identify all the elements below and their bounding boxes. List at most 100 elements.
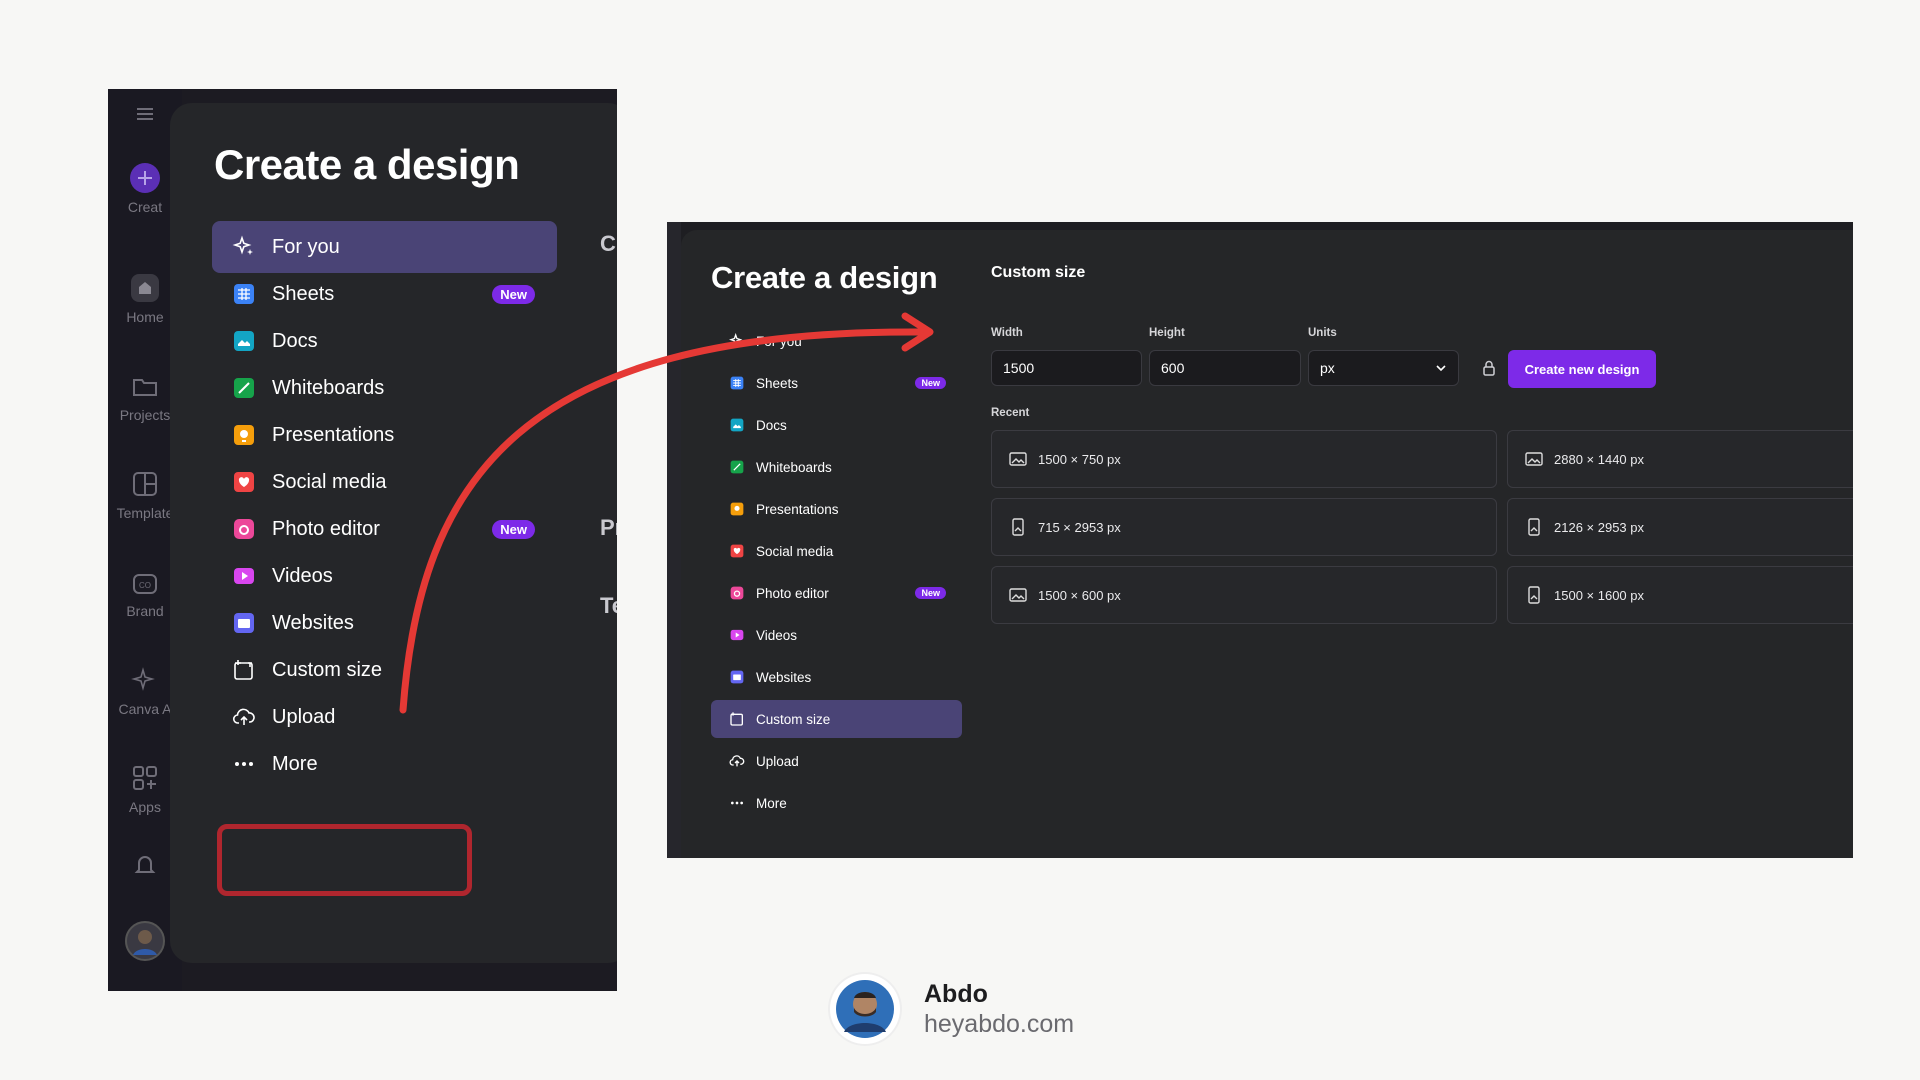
menu-item-label: Whiteboards [272,376,385,399]
menu-item-label: For you [756,333,802,349]
custom-size-icon [232,658,256,682]
camera-icon [232,517,256,541]
menu-item-label: More [272,752,318,775]
panel-title: Create a design [214,141,520,188]
menu-item-custom-size[interactable]: Custom size [212,644,557,696]
menu-item-custom-size[interactable]: Custom size [711,700,962,738]
menu-item-videos[interactable]: Videos [212,550,557,602]
rail-label: Home [126,309,164,325]
custom-size-highlight [217,824,472,896]
menu-item-label: For you [272,235,340,258]
upload-icon [232,705,256,729]
edge-text: Pr [600,515,617,540]
menu-item-upload[interactable]: Upload [711,742,962,780]
sparkle-icon [729,333,745,349]
docs-icon [729,417,745,433]
menu-item-docs[interactable]: Docs [212,315,557,367]
portrait-image-icon [1008,517,1028,537]
new-badge: New [915,377,946,389]
menu-item-websites[interactable]: Websites [711,658,962,696]
recent-size-label: 2126 × 2953 px [1554,519,1644,535]
author-website[interactable]: heyabdo.com [924,1010,1074,1039]
units-select[interactable]: px [1308,350,1459,386]
panel-title: Create a design [711,260,938,295]
menu-item-label: Whiteboards [756,459,832,475]
camera-icon [729,585,745,601]
rail-label: Template [116,505,174,521]
height-input[interactable]: 600 [1149,350,1301,386]
menu-item-whiteboards[interactable]: Whiteboards [212,362,557,414]
recent-size-card[interactable]: 2126 × 2953 px [1507,498,1853,556]
menu-item-label: Sheets [272,282,335,305]
rail-label: Brand [126,603,164,619]
video-icon [729,627,745,643]
menu-item-label: Videos [756,627,798,643]
menu-item-whiteboards[interactable]: Whiteboards [711,448,962,486]
menu-item-sheets[interactable]: Sheets New [711,364,962,402]
recent-size-card[interactable]: 715 × 2953 px [991,498,1497,556]
new-badge: New [492,284,535,304]
menu-item-websites[interactable]: Websites [212,597,557,649]
recent-size-label: 1500 × 600 px [1038,587,1121,603]
menu-item-videos[interactable]: Videos [711,616,962,654]
landscape-image-icon [1008,449,1028,469]
sparkle-icon [232,235,256,259]
recent-size-label: 2880 × 1440 px [1554,451,1644,467]
menu-item-social-media[interactable]: Social media [711,532,962,570]
menu-item-docs[interactable]: Docs [711,406,962,444]
whiteboards-icon [729,459,745,475]
sheets-icon [729,375,745,391]
menu-item-upload[interactable]: Upload [212,691,557,743]
folder-icon [133,379,157,396]
menu-item-for-you[interactable]: For you [711,322,962,360]
menu-item-label: Upload [756,753,799,769]
menu-item-label: Custom size [756,711,831,727]
recent-size-card[interactable]: 2880 × 1440 px [1507,430,1853,488]
menu-item-label: Presentations [272,423,395,446]
video-icon [232,564,256,588]
menu-item-for-you[interactable]: For you [212,221,557,273]
menu-item-label: Upload [272,705,336,728]
menu-item-photo-editor[interactable]: Photo editor New [711,574,962,612]
menu-item-photo-editor[interactable]: Photo editor New [212,503,557,555]
sheets-icon [232,282,256,306]
create-new-design-button[interactable]: Create new design [1508,350,1656,388]
custom-size-icon [729,711,745,727]
recent-size-label: 715 × 2953 px [1038,519,1121,535]
menu-item-social-media[interactable]: Social media [212,456,557,508]
units-value: px [1320,360,1335,376]
units-label: Units [1308,327,1337,339]
menu-item-more[interactable]: More [711,784,962,822]
menu-item-label: Videos [272,564,333,587]
menu-item-presentations[interactable]: Presentations [711,490,962,528]
template-icon [133,472,157,496]
menu-item-label: Social media [756,543,834,559]
section-heading: Custom size [991,264,1086,281]
new-badge: New [915,587,946,599]
websites-icon [729,669,745,685]
menu-item-label: More [756,795,787,811]
more-icon [232,752,256,776]
websites-icon [232,611,256,635]
recent-size-card[interactable]: 1500 × 750 px [991,430,1497,488]
menu-item-sheets[interactable]: Sheets New [212,268,557,320]
author-credit: Abdo heyabdo.com [830,972,1130,1052]
new-badge: New [492,519,535,539]
bell-icon [134,856,156,873]
menu-item-label: Sheets [756,375,799,391]
menu-item-label: Photo editor [756,585,829,601]
menu-item-label: Presentations [756,501,839,517]
menu-item-more[interactable]: More [212,738,557,790]
docs-icon [232,329,256,353]
recent-label: Recent [991,407,1030,419]
recent-size-card[interactable]: 1500 × 1600 px [1507,566,1853,624]
portrait-image-icon [1524,517,1544,537]
menu-item-presentations[interactable]: Presentations [212,409,557,461]
create-design-panel-expanded: Create a design For you Sheets New Docs … [681,230,1853,858]
brand-icon: CO [133,574,157,594]
plus-icon [130,163,160,193]
recent-size-card[interactable]: 1500 × 600 px [991,566,1497,624]
lock-icon[interactable] [1480,359,1498,377]
width-input[interactable]: 1500 [991,350,1142,386]
width-label: Width [991,327,1023,339]
